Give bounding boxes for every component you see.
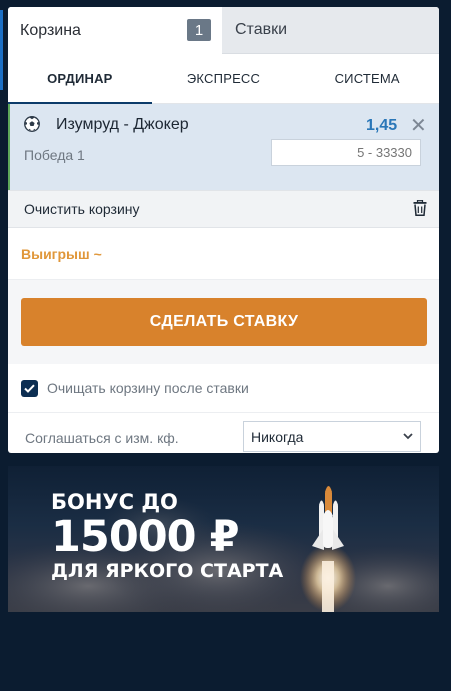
stake-input[interactable]: [271, 139, 421, 166]
clear-basket-button[interactable]: Очистить корзину: [8, 190, 439, 228]
win-row: Выигрыш ~: [8, 228, 439, 280]
trash-icon[interactable]: [413, 200, 427, 216]
top-tabs: Корзина 1 Ставки: [8, 7, 439, 54]
place-bet-area: СДЕЛАТЬ СТАВКУ: [8, 280, 439, 364]
place-bet-button[interactable]: СДЕЛАТЬ СТАВКУ: [21, 298, 427, 346]
left-edge-accent: [0, 10, 3, 90]
bet-card: Изумруд - Джокер 1,45 ✕ Победа 1: [8, 104, 439, 190]
bonus-banner[interactable]: БОНУС ДО 15000 ₽ ДЛЯ ЯРКОГО СТАРТА: [8, 466, 439, 612]
clear-after-bet-label: Очищать корзину после ставки: [47, 380, 249, 396]
agree-odds-selected: Никогда: [251, 428, 304, 445]
tab-bets[interactable]: Ставки: [222, 7, 439, 54]
remove-bet-icon[interactable]: ✕: [410, 113, 427, 138]
banner-line-1: БОНУС ДО: [51, 490, 178, 514]
soccer-ball-icon: [24, 116, 40, 132]
banner-amount: 15000 ₽: [51, 512, 239, 562]
chevron-down-icon: [403, 433, 413, 440]
tab-single[interactable]: ОРДИНАР: [8, 54, 152, 104]
bet-outcome: Победа 1: [24, 147, 85, 163]
bet-odds: 1,45: [366, 117, 398, 134]
tab-bets-label: Ставки: [235, 21, 288, 38]
agree-odds-select[interactable]: Никогда: [243, 421, 421, 452]
tab-basket[interactable]: Корзина 1: [8, 7, 222, 54]
win-label: Выигрыш ~: [21, 245, 102, 262]
bet-type-tabs: ОРДИНАР ЭКСПРЕСС СИСТЕМА: [8, 54, 439, 104]
basket-count-badge: 1: [187, 19, 211, 41]
agree-odds-row: Соглашаться с изм. кф. Никогда: [8, 413, 439, 453]
tab-basket-label: Корзина: [20, 21, 81, 39]
clear-basket-label: Очистить корзину: [24, 201, 140, 217]
tab-express[interactable]: ЭКСПРЕСС: [152, 54, 296, 103]
bet-slip-panel: Корзина 1 Ставки ОРДИНАР ЭКСПРЕСС СИСТЕМ…: [8, 7, 439, 453]
checkmark-icon: [24, 384, 35, 393]
space-shuttle-icon: [312, 486, 344, 550]
banner-line-3: ДЛЯ ЯРКОГО СТАРТА: [51, 560, 284, 582]
match-name: Изумруд - Джокер: [56, 116, 189, 133]
agree-odds-label: Соглашаться с изм. кф.: [25, 430, 179, 446]
clear-after-bet-row[interactable]: Очищать корзину после ставки: [8, 364, 439, 413]
tab-system[interactable]: СИСТЕМА: [295, 54, 439, 103]
clear-after-bet-checkbox[interactable]: [21, 379, 38, 397]
